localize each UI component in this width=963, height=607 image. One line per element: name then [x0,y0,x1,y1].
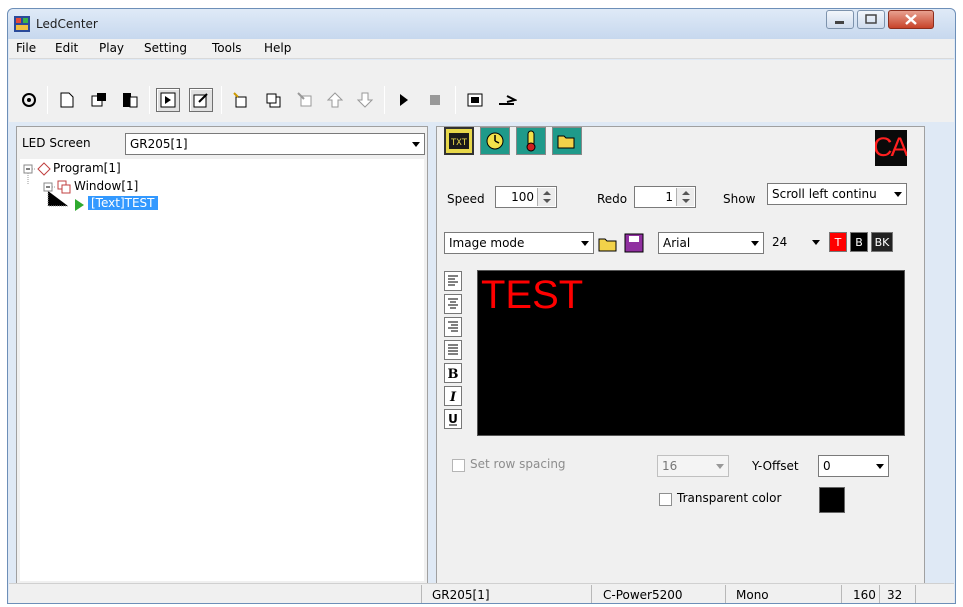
transparent-color-swatch[interactable] [819,487,845,513]
menu-file[interactable]: File [16,41,36,55]
text-type-button[interactable]: TXT [444,127,474,155]
led-screen-label: LED Screen [22,136,91,150]
led-preview[interactable]: TEST [477,270,905,436]
row-spacing-select[interactable]: 16 [657,455,729,477]
edit-view-icon[interactable] [189,88,213,112]
status-controller: C-Power5200 [603,588,683,602]
font-size-select[interactable]: 24 [768,232,824,254]
save-text-icon[interactable] [623,232,645,254]
display-settings-icon[interactable] [463,88,487,112]
transparent-color-checkbox[interactable] [659,493,672,506]
align-right-icon[interactable] [444,317,462,337]
app-icon [14,16,30,32]
settings-gear-icon[interactable] [17,88,41,112]
title-bar: LedCenter [8,9,955,39]
move-up-icon[interactable] [323,88,347,112]
speed-spinner[interactable]: 100 [495,186,557,208]
menu-tools[interactable]: Tools [212,41,242,55]
svg-text:I: I [449,390,457,403]
italic-icon[interactable]: I [444,386,462,406]
tree-item-window[interactable]: Window[1] [74,179,138,193]
speed-label: Speed [447,192,485,206]
show-effect-select[interactable]: Scroll left continu [767,183,907,205]
svg-text:TXT: TXT [451,138,468,148]
window-icon [57,180,71,197]
status-width: 160 [853,588,876,602]
send-icon[interactable] [495,88,519,112]
tree-item-program[interactable]: Program[1] [53,161,121,175]
align-justify-icon[interactable] [444,340,462,360]
program-view-icon[interactable] [156,88,180,112]
toolbar [9,60,954,122]
close-button[interactable] [888,10,934,29]
screen-tree-panel: LED Screen GR205[1] Program[1] Window[1]… [16,126,428,585]
status-bar: GR205[1] C-Power5200 Mono 160 32 [9,583,954,603]
status-screen: GR205[1] [432,588,490,602]
font-select[interactable]: Arial [658,232,764,254]
underline-icon[interactable]: U [444,409,462,429]
row-spacing-checkbox[interactable] [452,459,465,472]
bold-color-button[interactable]: B [850,232,868,252]
redo-spinner[interactable]: 1 [634,186,696,208]
text-color-button[interactable]: T [829,232,847,252]
add-window-icon[interactable] [229,88,253,112]
led-screen-select[interactable]: GR205[1] [125,133,425,155]
tree-item-text[interactable]: [Text]TEST [88,196,158,210]
open-program-icon[interactable] [87,88,111,112]
menu-setting[interactable]: Setting [144,41,187,55]
program-icon [37,162,51,179]
row-spacing-label: Set row spacing [470,457,566,471]
delete-item-icon[interactable] [293,88,317,112]
open-text-icon[interactable] [597,232,619,254]
status-height: 32 [887,588,903,602]
move-down-icon[interactable] [353,88,377,112]
add-item-icon[interactable] [261,88,285,112]
text-item-icon [72,198,86,215]
status-color-mode: Mono [736,588,769,602]
bold-icon[interactable]: B [444,363,462,383]
y-offset-select[interactable]: 0 [818,455,889,477]
menu-play[interactable]: Play [99,41,124,55]
play-icon[interactable] [392,88,416,112]
stop-icon[interactable] [423,88,447,112]
y-offset-label: Y-Offset [752,459,799,473]
svg-text:B: B [448,367,459,380]
save-program-icon[interactable] [118,88,142,112]
show-label: Show [723,192,756,206]
menu-edit[interactable]: Edit [55,41,78,55]
clock-type-button[interactable] [480,127,510,155]
menu-help[interactable]: Help [264,41,291,55]
minimize-button[interactable] [826,10,854,29]
svg-text:U: U [448,412,458,426]
brand-logo: CAE [875,130,907,166]
align-center-icon[interactable] [444,294,462,314]
temperature-type-button[interactable] [516,127,546,155]
align-left-icon[interactable] [444,271,462,291]
new-file-icon[interactable] [55,88,79,112]
menu-bar: File Edit Play Setting Tools Help [9,39,954,59]
mode-select[interactable]: Image mode [444,232,594,254]
program-tree: Program[1] Window[1] [Text]TEST [20,159,424,581]
redo-label: Redo [597,192,628,206]
preview-text: TEST [481,273,584,317]
maximize-button[interactable] [857,10,885,29]
background-color-button[interactable]: BK [871,232,893,252]
transparent-color-label: Transparent color [677,491,782,505]
window-title: LedCenter [36,17,98,31]
open-file-type-button[interactable] [552,127,582,155]
